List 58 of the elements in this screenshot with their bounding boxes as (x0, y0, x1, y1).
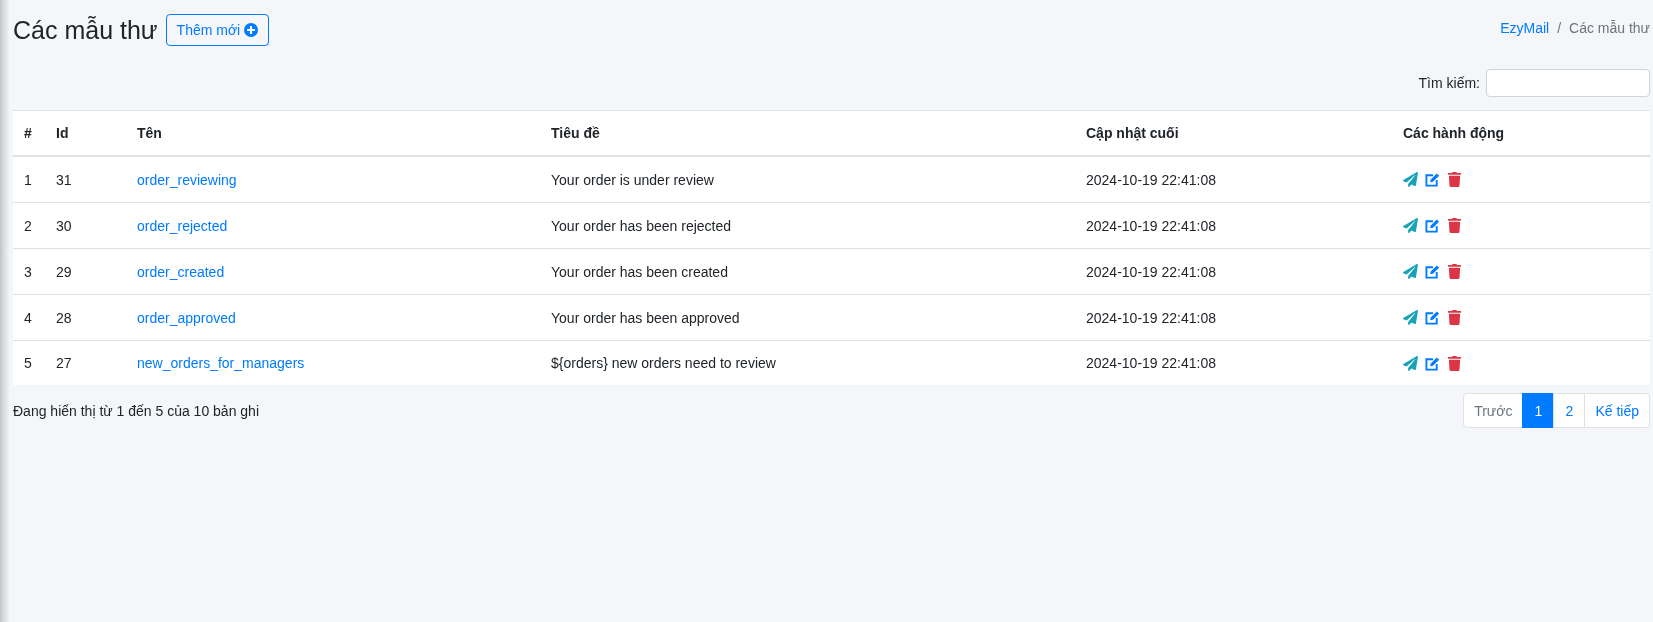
trash-icon[interactable] (1447, 218, 1462, 233)
table-cell: 31 (45, 156, 126, 203)
table-cell: 2024-10-19 22:41:08 (1075, 248, 1392, 295)
search-field[interactable] (1486, 69, 1650, 97)
edit-icon[interactable] (1425, 355, 1440, 371)
table-cell: Your order is under review (540, 156, 1075, 203)
table-cell: Your order has been rejected (540, 202, 1075, 249)
trash-icon[interactable] (1447, 172, 1462, 187)
column-header: Cập nhật cuối (1075, 110, 1392, 156)
table-cell: 5 (13, 340, 45, 385)
column-header: Tên (126, 110, 540, 156)
breadcrumb-link[interactable]: EzyMail (1500, 20, 1550, 36)
table-cell: 4 (13, 294, 45, 341)
paper-plane-icon[interactable] (1403, 264, 1418, 279)
template-name-link[interactable]: order_rejected (137, 217, 228, 234)
column-header: Id (45, 110, 126, 156)
trash-icon[interactable] (1447, 355, 1462, 371)
template-name-link[interactable]: order_created (137, 263, 225, 280)
search-label: Tìm kiếm: (1418, 75, 1480, 91)
page-button[interactable]: 2 (1553, 393, 1586, 428)
table-cell: 27 (45, 340, 126, 385)
table-cell: 29 (45, 248, 126, 295)
paper-plane-icon[interactable] (1403, 355, 1418, 371)
edit-icon[interactable] (1425, 172, 1440, 187)
column-header: Các hành động (1392, 110, 1650, 156)
column-header: Tiêu đề (540, 110, 1075, 156)
breadcrumb-current: Các mẫu thư (1569, 20, 1650, 36)
trash-icon[interactable] (1447, 264, 1462, 279)
paper-plane-icon[interactable] (1403, 218, 1418, 233)
table-cell: 2024-10-19 22:41:08 (1075, 294, 1392, 341)
plus-circle-icon (244, 23, 259, 37)
table-cell: Your order has been created (540, 248, 1075, 295)
page-button[interactable]: 1 (1522, 393, 1555, 428)
table-cell: 2024-10-19 22:41:08 (1075, 202, 1392, 249)
template-name-link[interactable]: order_reviewing (137, 171, 237, 188)
template-name-link[interactable]: new_orders_for_managers (137, 355, 305, 371)
table-cell: 30 (45, 202, 126, 249)
page-title: Các mẫu thư (13, 15, 158, 46)
column-header: # (13, 110, 45, 156)
trash-icon[interactable] (1447, 310, 1462, 325)
paper-plane-icon[interactable] (1403, 172, 1418, 187)
edit-icon[interactable] (1425, 218, 1440, 233)
table-cell: 2024-10-19 22:41:08 (1075, 156, 1392, 203)
breadcrumb-separator: / (1557, 20, 1562, 36)
table-cell: 28 (45, 294, 126, 341)
table-cell: Your order has been approved (540, 294, 1075, 341)
next-page-button[interactable]: Kế tiếp (1584, 393, 1650, 428)
edit-icon[interactable] (1425, 264, 1440, 279)
table-cell: 3 (13, 248, 45, 295)
table-cell: 1 (13, 156, 45, 203)
paper-plane-icon[interactable] (1403, 310, 1418, 325)
add-new-button[interactable]: Thêm mới (165, 14, 270, 46)
template-name-link[interactable]: order_approved (137, 309, 236, 326)
records-info-text: Đang hiển thị từ 1 đến 5 của 10 bản ghi (13, 402, 259, 419)
table-cell: ${orders} new orders need to review (540, 340, 1075, 385)
edit-icon[interactable] (1425, 310, 1440, 325)
table-cell: 2024-10-19 22:41:08 (1075, 340, 1392, 385)
table-cell: 2 (13, 202, 45, 249)
